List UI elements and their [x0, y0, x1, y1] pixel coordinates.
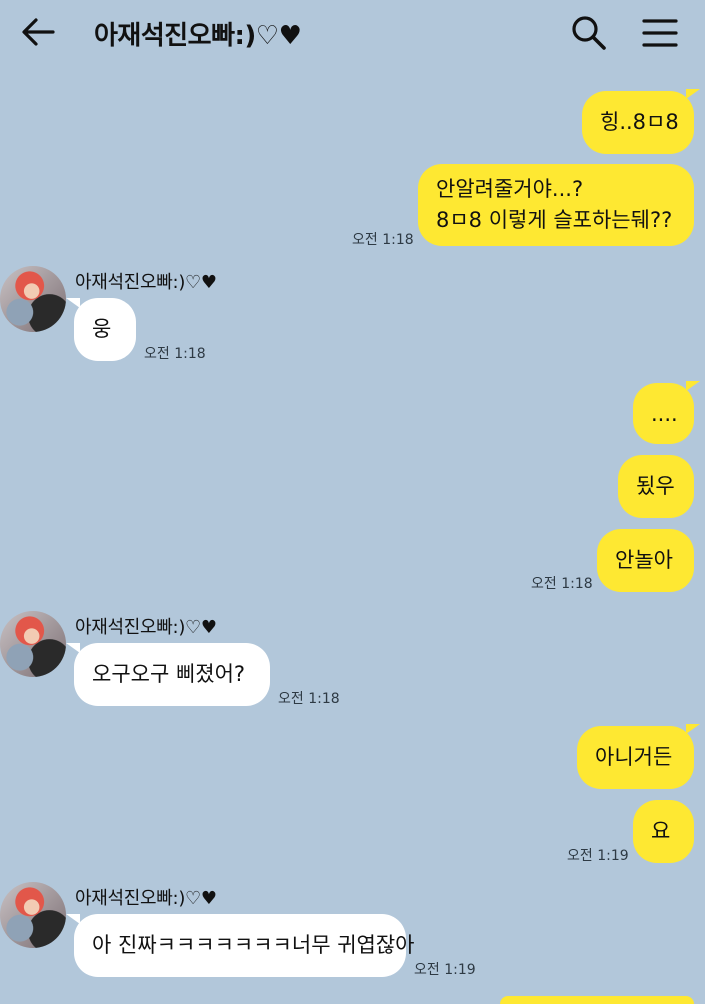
message-bubble-received[interactable]: 오구오구 삐졌어? [74, 643, 270, 706]
chat-title: 아재석진오빠:)♡♥ [94, 21, 302, 51]
message-time: 오전 1:18 [352, 232, 414, 248]
message-bubble-sent[interactable]: 안놀아 [597, 529, 694, 592]
search-button[interactable] [568, 12, 610, 54]
message-time: 오전 1:18 [278, 691, 340, 707]
bubble-tail [686, 724, 700, 734]
bubble-tail [686, 89, 700, 99]
message-text: 요 [651, 819, 671, 843]
message-bubble-received[interactable]: 웅 [74, 298, 136, 361]
message-time: 오전 1:18 [144, 346, 206, 362]
message-text: .... [651, 402, 678, 426]
message-bubble-sent[interactable]: 요 [633, 800, 694, 863]
message-bubble-sent[interactable]: 힝..8ㅁ8 [582, 91, 694, 154]
avatar[interactable] [0, 266, 66, 332]
bubble-tail [66, 643, 80, 653]
message-text: 됬우 [636, 474, 675, 498]
hamburger-menu-icon [642, 19, 678, 47]
sender-name: 아재석진오빠:)♡♥ [75, 272, 217, 293]
search-icon [572, 16, 606, 50]
message-text: 웅 [92, 317, 112, 341]
message-text: 안놀아 [615, 548, 673, 572]
message-text: 힝..8ㅁ8 [600, 110, 679, 134]
message-text: 아니거든 [595, 745, 673, 769]
sender-name: 아재석진오빠:)♡♥ [75, 617, 217, 638]
sender-name: 아재석진오빠:)♡♥ [75, 888, 217, 909]
message-time: 오전 1:19 [567, 848, 629, 864]
arrow-left-icon [22, 18, 55, 46]
bubble-tail [66, 298, 80, 308]
message-bubble-sent[interactable]: 안알려줄거야...? 8ㅁ8 이렇게 슬포하는뒈?? [418, 164, 694, 246]
bubble-tail [686, 381, 700, 391]
message-text: 오구오구 삐졌어? [92, 662, 246, 686]
bubble-tail [66, 914, 80, 924]
message-text-line: 안알려줄거야...? [436, 177, 584, 201]
message-bubble-sent[interactable]: 됬우 [618, 455, 694, 518]
message-text: 아 진짜ㅋㅋㅋㅋㅋㅋㅋ너무 귀엽잖아 [92, 933, 415, 957]
message-time: 오전 1:18 [531, 576, 593, 592]
menu-button[interactable] [638, 12, 682, 54]
message-bubble-sent[interactable]: .... [633, 383, 694, 444]
back-button[interactable] [18, 12, 58, 52]
avatar[interactable] [0, 882, 66, 948]
message-bubble-received[interactable]: 아 진짜ㅋㅋㅋㅋㅋㅋㅋ너무 귀엽잖아 [74, 914, 414, 977]
message-bubble-sent[interactable]: 아니거든 [577, 726, 694, 789]
avatar[interactable] [0, 611, 66, 677]
message-bubble-sent-partial[interactable] [500, 996, 694, 1004]
message-time: 오전 1:19 [414, 962, 476, 978]
chat-header: 아재석진오빠:)♡♥ [0, 0, 705, 64]
message-text-line: 8ㅁ8 이렇게 슬포하는뒈?? [436, 208, 673, 232]
